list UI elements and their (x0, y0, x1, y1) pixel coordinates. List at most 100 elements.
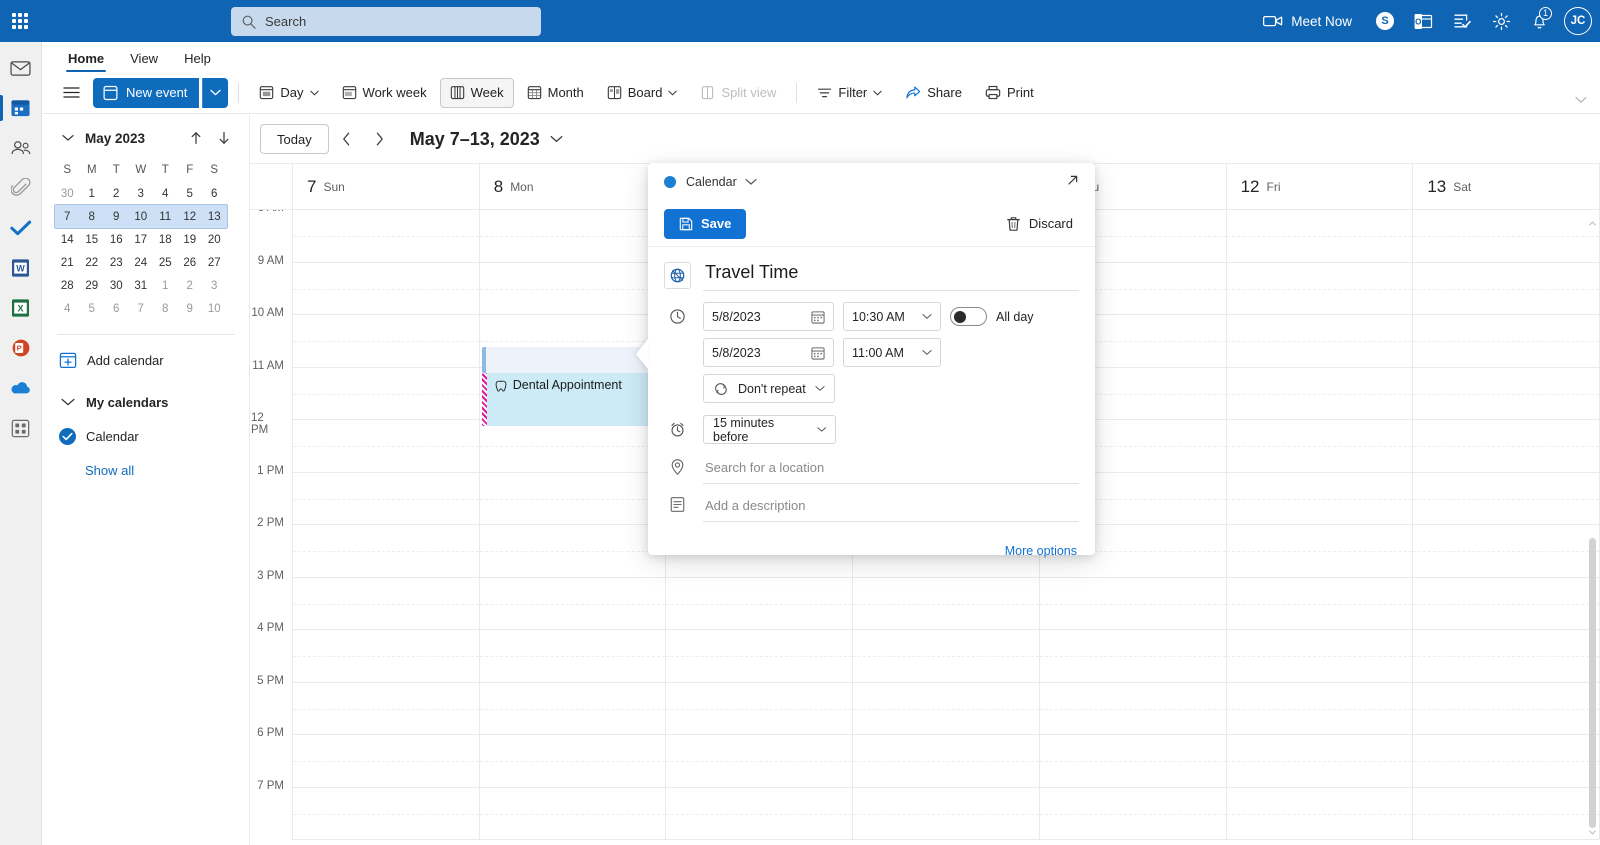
hour-cell[interactable] (1413, 683, 1600, 735)
mini-calendar-day[interactable]: 7 (55, 205, 80, 228)
view-work-week-button[interactable]: Work week (332, 78, 437, 108)
hour-cell[interactable] (479, 630, 666, 683)
mini-calendar-day[interactable]: 5 (178, 182, 203, 205)
hour-cell[interactable] (1226, 788, 1413, 840)
mini-calendar-day[interactable]: 2 (104, 182, 129, 205)
rail-item-onedrive[interactable] (0, 368, 42, 408)
filter-button[interactable]: Filter (807, 78, 892, 108)
dental-appointment-event[interactable]: Dental Appointment (481, 373, 664, 426)
hour-cell[interactable] (479, 578, 666, 630)
tab-help[interactable]: Help (172, 47, 223, 72)
day-column-sat[interactable] (1413, 210, 1600, 840)
mini-calendar-week[interactable]: 21 22 23 24 25 26 27 (55, 251, 227, 274)
hour-cell[interactable] (1226, 578, 1413, 630)
mini-calendar-day[interactable]: 10 (202, 297, 227, 320)
hour-cell[interactable] (293, 263, 479, 315)
day-header-fri[interactable]: 12 Fri (1227, 164, 1414, 209)
mini-calendar-expand-button[interactable] (57, 127, 79, 149)
hour-cell[interactable] (479, 473, 666, 525)
hour-cell[interactable] (1226, 473, 1413, 525)
hour-cell[interactable] (479, 735, 666, 788)
mini-calendar-day[interactable]: 9 (178, 297, 203, 320)
event-title-input[interactable] (703, 259, 1079, 291)
rail-item-calendar[interactable] (0, 88, 42, 128)
mini-calendar-day[interactable]: 30 (104, 274, 129, 297)
location-input[interactable]: Search for a location (703, 456, 1079, 484)
calendar-scrollbar[interactable] (1589, 218, 1596, 837)
mini-calendar-day[interactable]: 7 (129, 297, 154, 320)
hour-cell[interactable] (479, 420, 666, 473)
outlook-app-button[interactable]: O (1404, 0, 1443, 42)
day-column-fri[interactable] (1226, 210, 1414, 840)
rail-item-excel[interactable]: X (0, 288, 42, 328)
mini-calendar-day[interactable]: 9 (104, 205, 129, 228)
end-time-field[interactable]: 11:00 AM (843, 338, 941, 367)
hour-cell[interactable] (293, 525, 479, 578)
mini-calendar-day[interactable]: 3 (202, 274, 227, 297)
hour-cell[interactable] (666, 788, 853, 840)
day-column-mon[interactable]: Dental Appointment (479, 210, 667, 840)
hour-cell[interactable] (1413, 368, 1600, 420)
tasks-button[interactable] (1443, 0, 1482, 42)
discard-button[interactable]: Discard (1000, 209, 1079, 239)
hour-cell[interactable] (479, 210, 666, 263)
hour-cell[interactable] (853, 578, 1039, 630)
hour-cell[interactable] (293, 210, 479, 263)
hour-cell[interactable] (1413, 630, 1600, 683)
add-calendar-button[interactable]: Add calendar (55, 343, 237, 377)
hour-cell[interactable] (293, 788, 479, 840)
tab-home[interactable]: Home (56, 47, 116, 72)
hour-cell[interactable] (1226, 368, 1413, 420)
mini-calendar-day[interactable]: 24 (129, 251, 154, 274)
view-board-button[interactable]: Board (597, 78, 688, 108)
day-header-mon[interactable]: 8 Mon (480, 164, 667, 209)
hour-cell[interactable] (853, 735, 1039, 788)
mini-calendar-week-selected[interactable]: 7 8 9 10 11 12 13 (54, 204, 227, 229)
new-event-button[interactable]: New event (93, 77, 200, 108)
hour-cell[interactable] (293, 315, 479, 368)
mini-calendar-day[interactable]: 11 (153, 205, 178, 228)
hour-cell[interactable] (479, 525, 666, 578)
scroll-down-arrow[interactable] (1589, 827, 1596, 837)
hour-cell[interactable] (1413, 735, 1600, 788)
mini-calendar-week[interactable]: 28 29 30 31 1 2 3 (55, 274, 227, 297)
hour-cell[interactable] (293, 683, 479, 735)
calendar-selector-dropdown[interactable] (745, 178, 757, 186)
mini-calendar-day[interactable]: 8 (80, 205, 105, 228)
mini-calendar-day[interactable]: 4 (153, 182, 178, 205)
save-button[interactable]: Save (664, 208, 747, 239)
rail-item-people[interactable] (0, 128, 42, 168)
mini-calendar-day[interactable]: 10 (129, 205, 154, 228)
start-date-field[interactable]: 5/8/2023 (703, 302, 834, 331)
hour-cell[interactable] (293, 368, 479, 420)
hour-cell[interactable] (1039, 683, 1226, 735)
hour-cell[interactable] (1226, 630, 1413, 683)
mini-calendar-day[interactable]: 18 (153, 228, 178, 251)
mini-calendar-next-button[interactable] (213, 127, 235, 149)
day-column-sun[interactable] (293, 210, 480, 840)
notifications-button[interactable]: 1 (1521, 0, 1558, 42)
rail-item-word[interactable]: W (0, 248, 42, 288)
hour-cell[interactable] (1226, 210, 1413, 263)
hour-cell[interactable] (853, 788, 1039, 840)
mini-calendar-week[interactable]: 30 1 2 3 4 5 6 (55, 182, 227, 205)
mini-calendar-day[interactable]: 31 (129, 274, 154, 297)
hour-cell[interactable] (479, 788, 666, 840)
hour-cell[interactable] (1413, 420, 1600, 473)
hour-cell[interactable] (1413, 315, 1600, 368)
hour-cell[interactable] (853, 683, 1039, 735)
mini-calendar-day[interactable]: 21 (55, 251, 80, 274)
my-calendars-group[interactable]: My calendars (55, 385, 237, 419)
mini-calendar-day[interactable]: 2 (178, 274, 203, 297)
rail-item-to-do[interactable] (0, 208, 42, 248)
mini-calendar-day[interactable]: 1 (153, 274, 178, 297)
share-button[interactable]: Share (895, 78, 972, 108)
hour-cell[interactable] (666, 578, 853, 630)
scroll-up-arrow[interactable] (1589, 218, 1596, 228)
hour-cell[interactable] (1226, 735, 1413, 788)
mini-calendar-day[interactable]: 15 (80, 228, 105, 251)
view-week-button[interactable]: Week (439, 77, 514, 108)
mini-calendar-week[interactable]: 4 5 6 7 8 9 10 (55, 297, 227, 320)
mini-calendar-prev-button[interactable] (185, 127, 207, 149)
mini-calendar-day[interactable]: 30 (55, 182, 80, 205)
